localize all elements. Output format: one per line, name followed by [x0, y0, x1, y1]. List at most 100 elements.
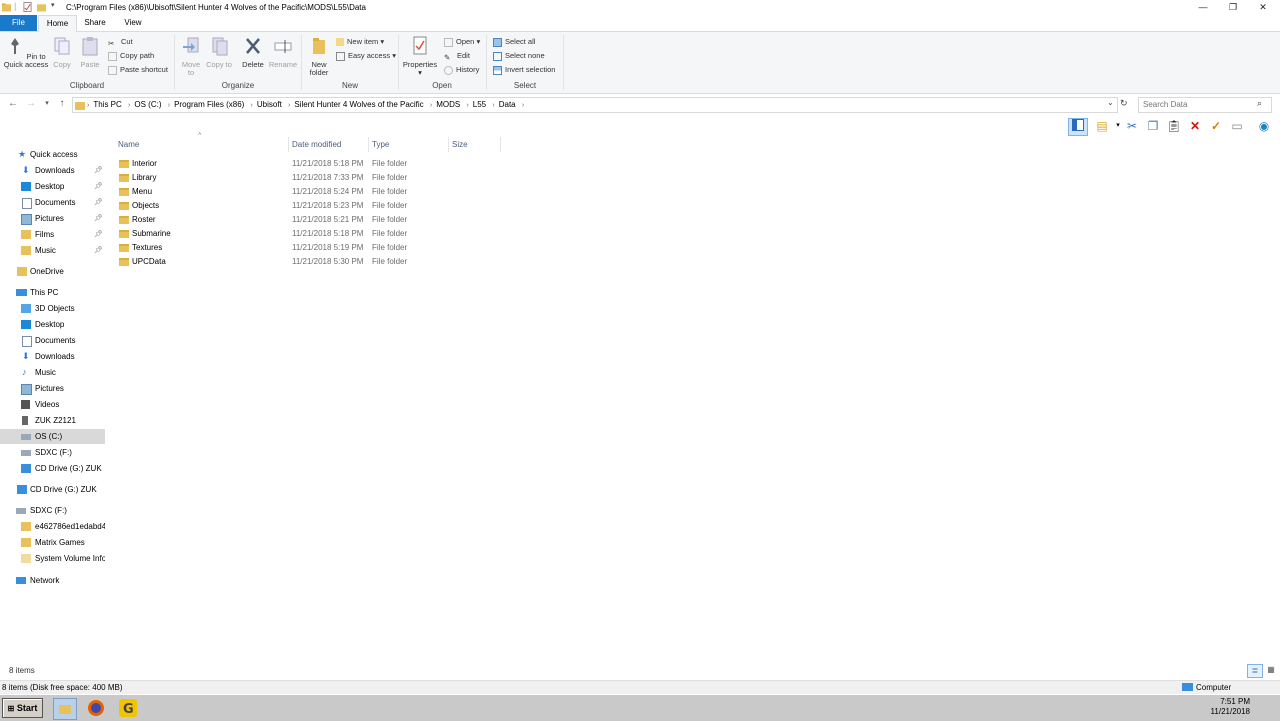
properties-icon[interactable] [23, 2, 32, 12]
column-header-date[interactable]: Date modified [288, 137, 369, 152]
breadcrumb-program-files[interactable]: Program Files (x86) [174, 100, 244, 109]
easy-access-button[interactable]: Easy access ▾ [336, 50, 396, 62]
nav-pictures[interactable]: Pictures 📌︎ [0, 211, 105, 226]
new-folder-button[interactable]: New folder [305, 34, 333, 77]
nav-3d-objects[interactable]: 3D Objects [0, 301, 105, 316]
nav-pc-music[interactable]: ♪ Music [0, 365, 105, 380]
rename-button[interactable]: Rename [268, 34, 298, 69]
copy-to-button[interactable]: Copy to [206, 34, 232, 69]
breadcrumb-mods[interactable]: MODS [436, 100, 460, 109]
nav-zuk-z2121[interactable]: ZUK Z2121 [0, 413, 105, 428]
breadcrumb-data[interactable]: Data [499, 100, 516, 109]
start-button[interactable]: ⊞ Start [2, 698, 43, 718]
select-none-button[interactable]: Select none [493, 50, 545, 62]
breadcrumb-separator[interactable]: › [492, 102, 494, 109]
nav-music[interactable]: Music 📌︎ [0, 243, 105, 258]
pin-to-quick-access-button[interactable]: Pin to Quick access [3, 34, 49, 69]
edit-button[interactable]: ✎ Edit [444, 50, 470, 62]
breadcrumb-separator[interactable]: › [430, 102, 432, 109]
column-header-type[interactable]: Type [368, 137, 449, 152]
table-row[interactable]: Interior 11/21/2018 5:18 PM File folder [114, 157, 454, 171]
nav-documents[interactable]: Documents 📌︎ [0, 195, 105, 210]
address-dropdown-chevron-icon[interactable]: ⌄ [1107, 98, 1114, 107]
nav-pc-documents[interactable]: Documents [0, 333, 105, 348]
nav-system-volume-information[interactable]: System Volume Information [0, 551, 105, 566]
breadcrumb-l55[interactable]: L55 [473, 100, 486, 109]
breadcrumb-separator[interactable]: › [168, 102, 170, 109]
search-box[interactable]: ⌕ [1138, 97, 1272, 113]
table-row[interactable]: Objects 11/21/2018 5:23 PM File folder [114, 199, 454, 213]
new-item-button[interactable]: New item ▾ [336, 36, 384, 48]
paste-icon[interactable]: 📋︎ [1166, 118, 1182, 134]
breadcrumb-separator[interactable]: › [466, 102, 468, 109]
tab-share[interactable]: Share [77, 15, 113, 31]
cut-icon[interactable]: ✂ [1124, 118, 1140, 134]
tab-home[interactable]: Home [38, 15, 77, 32]
properties-button[interactable]: Properties ▾ [402, 34, 438, 77]
nav-films[interactable]: Films 📌︎ [0, 227, 105, 242]
table-row[interactable]: Roster 11/21/2018 5:21 PM File folder [114, 213, 454, 227]
breadcrumb-separator[interactable]: › [288, 102, 290, 109]
preview-pane-icon[interactable] [1068, 118, 1088, 136]
table-row[interactable]: UPCData 11/21/2018 5:30 PM File folder [114, 255, 454, 269]
table-row[interactable]: Menu 11/21/2018 5:24 PM File folder [114, 185, 454, 199]
globe-icon[interactable]: ◉ [1256, 118, 1272, 134]
address-bar[interactable]: › This PC › OS (C:) › Program Files (x86) ›… [72, 97, 1118, 113]
nav-pc-desktop[interactable]: Desktop [0, 317, 105, 332]
up-arrow-icon[interactable]: ↑ [55, 97, 69, 111]
table-row[interactable]: Library 11/21/2018 7:33 PM File folder [114, 171, 454, 185]
details-view-icon[interactable]: ≣ [1247, 664, 1263, 678]
nav-this-pc[interactable]: This PC [0, 285, 105, 300]
nav-sdxc[interactable]: SDXC (F:) [0, 503, 105, 518]
recent-locations-chevron-icon[interactable]: ▾ [40, 97, 54, 111]
breadcrumb-separator[interactable]: › [251, 102, 253, 109]
large-icons-view-icon[interactable]: ▦ [1265, 664, 1277, 676]
search-icon[interactable]: ⌕ [1257, 98, 1262, 109]
table-row[interactable]: Textures 11/21/2018 5:19 PM File folder [114, 241, 454, 255]
nav-pc-sdxc[interactable]: SDXC (F:) [0, 445, 105, 460]
folder-options-icon[interactable]: ▤ [1094, 118, 1110, 134]
pin-icon[interactable]: 📌︎ [94, 243, 103, 258]
file-explorer-taskbar-icon[interactable] [53, 698, 77, 720]
nav-network[interactable]: Network [0, 573, 105, 588]
tab-file[interactable]: File [0, 15, 37, 31]
pin-icon[interactable]: 📌︎ [94, 227, 103, 242]
nav-downloads[interactable]: ⬇ Downloads 📌︎ [0, 163, 105, 178]
select-all-button[interactable]: Select all [493, 36, 535, 48]
system-clock[interactable]: 7:51 PM 11/21/2018 [1190, 697, 1250, 717]
minimize-button[interactable]: — [1188, 0, 1218, 14]
checkmark-icon[interactable]: ✓ [1208, 118, 1224, 134]
refresh-icon[interactable]: ↻ [1120, 98, 1128, 109]
breadcrumb-this-pc[interactable]: This PC [93, 100, 121, 109]
tab-view[interactable]: View [115, 15, 151, 31]
copy-button[interactable]: Copy [50, 34, 74, 69]
copy-path-button[interactable]: Copy path [108, 50, 154, 62]
cut-button[interactable]: ✂ Cut [108, 36, 133, 48]
customize-toolbar-chevron-icon[interactable]: ▾ [51, 1, 60, 11]
new-folder-icon[interactable] [37, 2, 46, 12]
firefox-taskbar-icon[interactable] [85, 698, 107, 718]
breadcrumb-separator[interactable]: › [128, 102, 130, 109]
history-button[interactable]: History [444, 64, 479, 76]
close-button[interactable]: ✕ [1248, 0, 1278, 14]
pin-icon[interactable]: 📌︎ [94, 179, 103, 194]
nav-pc-pictures[interactable]: Pictures [0, 381, 105, 396]
pin-icon[interactable]: 📌︎ [94, 211, 103, 226]
breadcrumb-silent-hunter[interactable]: Silent Hunter 4 Wolves of the Pacific [294, 100, 423, 109]
breadcrumb-os-c[interactable]: OS (C:) [134, 100, 161, 109]
pin-icon[interactable]: 📌︎ [94, 163, 103, 178]
nav-pc-cd-drive[interactable]: CD Drive (G:) ZUK [0, 461, 105, 476]
app-taskbar-icon[interactable]: G [117, 698, 139, 718]
nav-onedrive[interactable]: OneDrive [0, 264, 105, 279]
paste-button[interactable]: Paste [77, 34, 103, 69]
nav-pc-downloads[interactable]: ⬇ Downloads [0, 349, 105, 364]
column-header-size[interactable]: Size [448, 137, 501, 152]
nav-cd-drive[interactable]: CD Drive (G:) ZUK [0, 482, 105, 497]
nav-pc-videos[interactable]: Videos [0, 397, 105, 412]
breadcrumb-separator[interactable]: › [522, 102, 524, 109]
delete-x-icon[interactable]: ✕ [1187, 118, 1203, 134]
copy-icon[interactable]: ❐ [1145, 118, 1161, 134]
column-header-name[interactable]: Name [114, 137, 289, 152]
table-row[interactable]: Submarine 11/21/2018 5:18 PM File folder [114, 227, 454, 241]
paste-shortcut-button[interactable]: Paste shortcut [108, 64, 168, 76]
